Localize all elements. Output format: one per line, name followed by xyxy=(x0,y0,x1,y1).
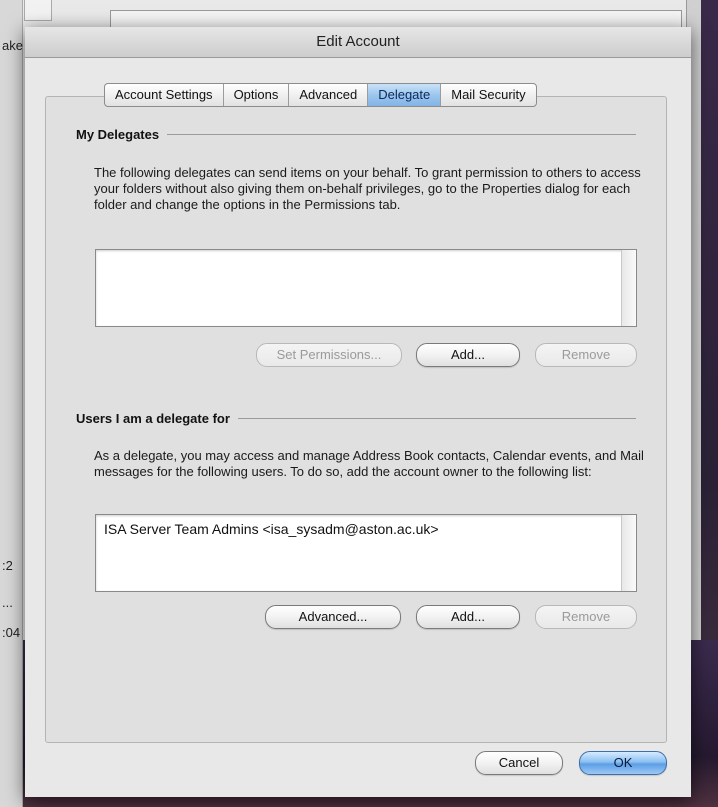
remove-owner-button[interactable]: Remove xyxy=(535,605,637,629)
background-text-fragment: ... xyxy=(2,595,13,610)
delegate-for-description: As a delegate, you may access and manage… xyxy=(94,448,644,479)
set-permissions-button[interactable]: Set Permissions... xyxy=(256,343,402,367)
background-left-pane: ake :2 ... :04 xyxy=(0,0,23,807)
section-divider xyxy=(237,418,636,419)
tab-mail-security[interactable]: Mail Security xyxy=(441,84,535,106)
list-item[interactable]: ISA Server Team Admins <isa_sysadm@aston… xyxy=(104,521,439,537)
cancel-button[interactable]: Cancel xyxy=(475,751,563,775)
tab-options[interactable]: Options xyxy=(224,84,290,106)
tab-account-settings[interactable]: Account Settings xyxy=(105,84,224,106)
ok-button[interactable]: OK xyxy=(579,751,667,775)
add-delegate-button[interactable]: Add... xyxy=(416,343,520,367)
tab-delegate[interactable]: Delegate xyxy=(368,84,442,106)
my-delegates-heading: My Delegates xyxy=(76,127,636,142)
remove-delegate-button[interactable]: Remove xyxy=(535,343,637,367)
delegate-for-list[interactable]: ISA Server Team Admins <isa_sysadm@aston… xyxy=(95,514,637,592)
my-delegates-list[interactable] xyxy=(95,249,637,327)
edit-account-dialog: Edit Account Account Settings Options Ad… xyxy=(25,27,691,797)
background-text-fragment: :2 xyxy=(2,558,13,573)
delegate-for-scrollbar[interactable] xyxy=(621,515,636,591)
my-delegates-scrollbar[interactable] xyxy=(621,250,636,326)
background-text-fragment: :04 xyxy=(2,625,21,640)
delegate-for-heading: Users I am a delegate for xyxy=(76,411,636,426)
my-delegates-description: The following delegates can send items o… xyxy=(94,165,641,212)
section-divider xyxy=(167,134,636,135)
advanced-button[interactable]: Advanced... xyxy=(265,605,401,629)
calendar-app-icon xyxy=(24,0,52,21)
background-text-fragment: ake xyxy=(2,38,23,53)
dialog-title: Edit Account xyxy=(25,27,691,58)
delegate-for-title: Users I am a delegate for xyxy=(76,411,230,426)
add-owner-button[interactable]: Add... xyxy=(416,605,520,629)
my-delegates-title: My Delegates xyxy=(76,127,160,142)
tab-bar: Account Settings Options Advanced Delega… xyxy=(104,83,537,107)
tab-advanced[interactable]: Advanced xyxy=(289,84,369,106)
